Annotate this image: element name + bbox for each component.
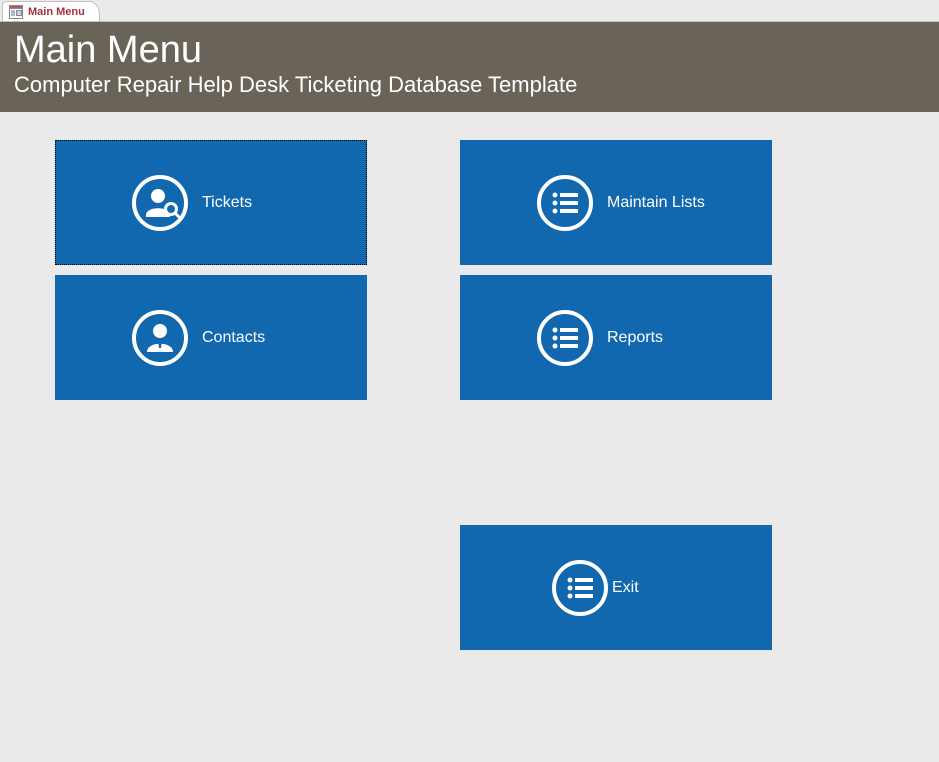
tile-label: Reports [607,329,663,347]
tab-strip: Main Menu [0,0,939,22]
tile-label: Tickets [202,194,252,212]
page-header: Main Menu Computer Repair Help Desk Tick… [0,22,939,112]
tile-label: Exit [612,579,639,597]
list-icon [535,308,595,368]
contacts-button[interactable]: Contacts [55,275,367,400]
list-icon [535,173,595,233]
person-icon [130,308,190,368]
reports-button[interactable]: Reports [460,275,772,400]
maintain-lists-button[interactable]: Maintain Lists [460,140,772,265]
tickets-button[interactable]: Tickets [55,140,367,265]
page-subtitle: Computer Repair Help Desk Ticketing Data… [14,72,925,98]
page-title: Main Menu [14,30,925,72]
tab-main-menu[interactable]: Main Menu [2,1,100,21]
person-search-icon [130,173,190,233]
form-icon [9,5,23,19]
tile-label: Contacts [202,329,265,347]
tab-label: Main Menu [28,6,85,18]
exit-button[interactable]: Exit [460,525,772,650]
tile-label: Maintain Lists [607,194,705,212]
list-icon [550,558,610,618]
